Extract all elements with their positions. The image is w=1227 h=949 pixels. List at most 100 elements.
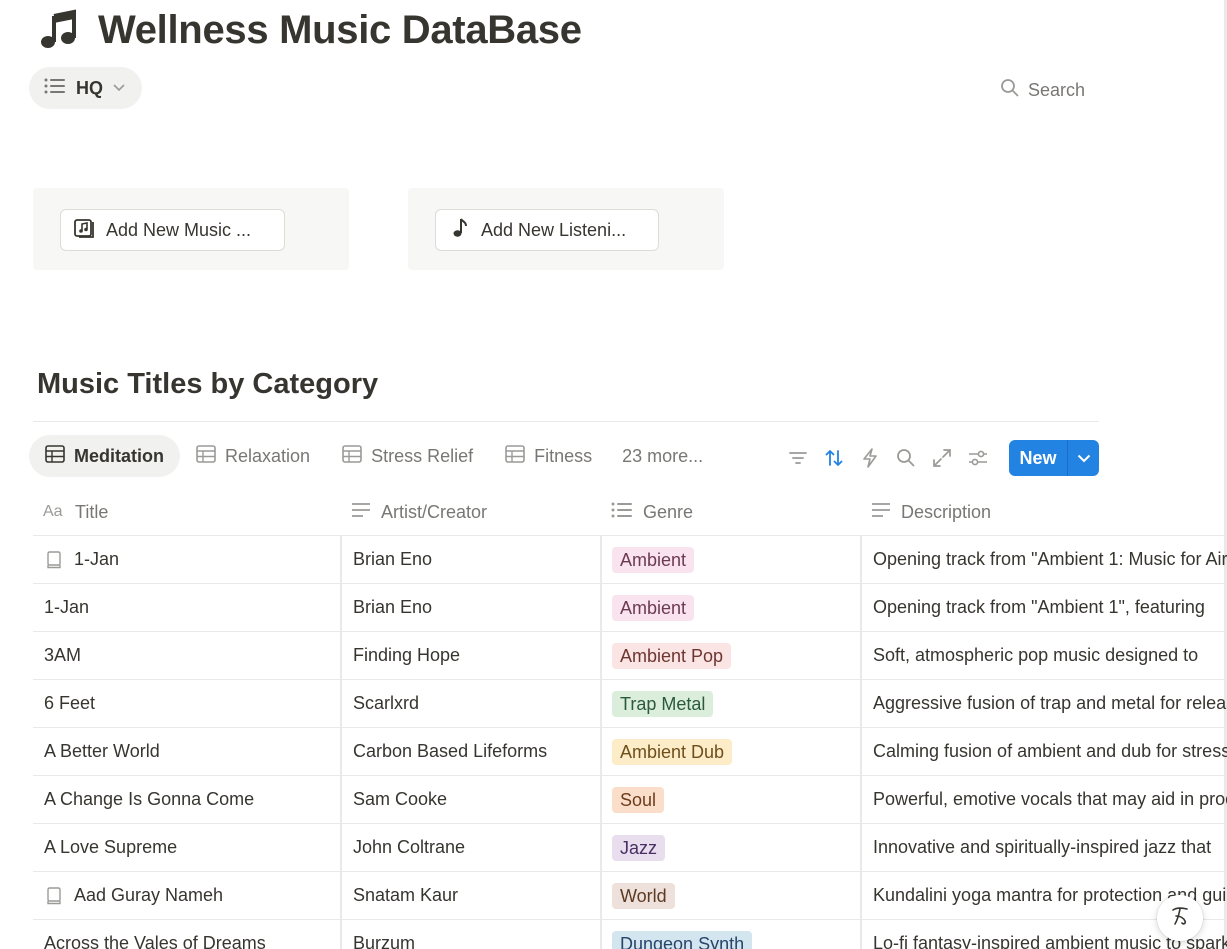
cell-genre[interactable]: Soul <box>601 776 861 823</box>
new-dropdown-button[interactable] <box>1068 454 1099 463</box>
table-body: 1-Jan Brian Eno Ambient Opening track from … <box>33 536 1227 949</box>
new-button[interactable]: New <box>1009 448 1067 469</box>
view-switcher[interactable]: HQ <box>29 67 142 109</box>
genre-tag: Trap Metal <box>612 690 714 717</box>
genre-tag: Ambient <box>612 546 695 573</box>
cell-title[interactable]: 1-Jan <box>33 584 341 631</box>
cell-artist[interactable]: Brian Eno <box>341 584 601 631</box>
table-row[interactable]: 1-Jan Brian Eno Ambient Opening track from … <box>33 536 1227 584</box>
view-switcher-label: HQ <box>76 77 103 98</box>
cell-genre[interactable]: Jazz <box>601 824 861 871</box>
cell-genre[interactable]: Ambient Pop <box>601 632 861 679</box>
cell-artist[interactable]: Carbon Based Lifeforms <box>341 728 601 775</box>
cell-description[interactable]: Innovative and spiritually-inspired jazz… <box>861 824 1227 871</box>
genre-tag: Dungeon Synth <box>612 930 753 949</box>
new-button-group: New <box>1009 440 1099 476</box>
view-tabs: Meditation Relaxation Stress Relief Fitn… <box>29 435 717 477</box>
cell-genre[interactable]: World <box>601 872 861 919</box>
sort-icon[interactable] <box>822 446 846 470</box>
cell-genre[interactable]: Ambient Dub <box>601 728 861 775</box>
cell-genre[interactable]: Ambient <box>601 536 861 583</box>
table-row[interactable]: Across the Vales of Dreams Burzum Dungeon … <box>33 920 1227 949</box>
notion-ai-icon <box>1168 904 1192 933</box>
cell-title[interactable]: A Better World <box>33 728 341 775</box>
genre-tag: Jazz <box>612 834 666 861</box>
table-row[interactable]: A Change Is Gonna Come Sam Cooke Soul Power… <box>33 776 1227 824</box>
cell-genre[interactable]: Ambient <box>601 584 861 631</box>
column-header-artist[interactable]: Artist/Creator <box>341 489 601 535</box>
title-text: 6 Feet <box>44 693 96 713</box>
cell-description[interactable]: Calming fusion of ambient and dub for st… <box>861 728 1227 775</box>
automation-bolt-icon[interactable] <box>858 446 882 470</box>
filter-icon[interactable] <box>786 446 810 470</box>
cell-genre[interactable]: Trap Metal <box>601 680 861 727</box>
cell-description[interactable]: Opening track from "Ambient 1", featurin… <box>861 584 1227 631</box>
cell-title[interactable]: A Change Is Gonna Come <box>33 776 341 823</box>
genre-tag: Ambient Dub <box>612 738 733 765</box>
table-row[interactable]: 1-Jan Brian Eno Ambient Opening track from … <box>33 584 1227 632</box>
genre-tag: World <box>612 882 675 909</box>
music-note-icon[interactable] <box>38 9 80 51</box>
title-text: 1-Jan <box>74 549 120 569</box>
title-text: 1-Jan <box>44 597 90 617</box>
music-note-icon <box>449 217 471 244</box>
title-text: A Change Is Gonna Come <box>44 789 255 809</box>
cell-title[interactable]: A Love Supreme <box>33 824 341 871</box>
column-label: Genre <box>643 501 694 522</box>
title-text: Across the Vales of Dreams <box>44 933 266 949</box>
cell-artist[interactable]: Scarlxrd <box>341 680 601 727</box>
column-header-title[interactable]: Aa Title <box>33 489 341 535</box>
tab-label: Stress Relief <box>371 445 474 466</box>
tab-label: Meditation <box>74 445 164 466</box>
title-text: Aad Guray Nameh <box>74 885 224 905</box>
page-header: Wellness Music DataBase <box>38 4 582 56</box>
expand-icon[interactable] <box>930 446 954 470</box>
music-table: Aa Title Artist/Creator Genre Descriptio… <box>33 489 1227 949</box>
settings-sliders-icon[interactable] <box>966 446 990 470</box>
cell-title[interactable]: 6 Feet <box>33 680 341 727</box>
add-new-music-button[interactable]: Add New Music ... <box>60 209 285 251</box>
table-row[interactable]: 3AM Finding Hope Ambient Pop Soft, atmosphe… <box>33 632 1227 680</box>
cell-artist[interactable]: Snatam Kaur <box>341 872 601 919</box>
table-row[interactable]: A Love Supreme John Coltrane Jazz Innovativ… <box>33 824 1227 872</box>
cell-description[interactable]: Aggressive fusion of trap and metal for … <box>861 680 1227 727</box>
add-new-listening-button[interactable]: Add New Listeni... <box>435 209 659 251</box>
cell-artist[interactable]: Brian Eno <box>341 536 601 583</box>
table-icon <box>196 444 216 468</box>
search-icon[interactable] <box>894 446 918 470</box>
cell-title[interactable]: 1-Jan <box>33 536 341 583</box>
title-text: A Better World <box>44 741 160 761</box>
tab-meditation[interactable]: Meditation <box>29 435 180 477</box>
cell-description[interactable]: Powerful, emotive vocals that may aid in… <box>861 776 1227 823</box>
database-toolbar <box>786 440 990 476</box>
table-row[interactable]: 6 Feet Scarlxrd Trap Metal Aggressive fusio… <box>33 680 1227 728</box>
action-card-listening: Add New Listeni... <box>408 188 724 270</box>
tab-relaxation[interactable]: Relaxation <box>180 435 326 477</box>
help-button[interactable] <box>1157 895 1203 941</box>
cell-description[interactable]: Soft, atmospheric pop music designed to <box>861 632 1227 679</box>
tab-fitness[interactable]: Fitness <box>489 435 608 477</box>
table-header: Aa Title Artist/Creator Genre Descriptio… <box>33 489 1227 536</box>
cell-genre[interactable]: Dungeon Synth <box>601 920 861 949</box>
cell-artist[interactable]: John Coltrane <box>341 824 601 871</box>
cell-title[interactable]: 3AM <box>33 632 341 679</box>
table-row[interactable]: Aad Guray Nameh Snatam Kaur World Kundalini… <box>33 872 1227 920</box>
column-label: Artist/Creator <box>381 501 488 522</box>
page-icon <box>44 550 64 570</box>
column-header-description[interactable]: Description <box>861 489 1227 535</box>
table-row[interactable]: A Better World Carbon Based Lifeforms Ambi… <box>33 728 1227 776</box>
title-text: A Love Supreme <box>44 837 178 857</box>
cell-title[interactable]: Aad Guray Nameh <box>33 872 341 919</box>
search-icon <box>1000 78 1020 103</box>
lines-icon <box>871 502 891 523</box>
cell-artist[interactable]: Burzum <box>341 920 601 949</box>
cell-artist[interactable]: Sam Cooke <box>341 776 601 823</box>
tab-stress-relief[interactable]: Stress Relief <box>326 435 489 477</box>
cell-artist[interactable]: Finding Hope <box>341 632 601 679</box>
column-header-genre[interactable]: Genre <box>601 489 861 535</box>
section-divider <box>33 421 1099 422</box>
cell-description[interactable]: Opening track from "Ambient 1: Music for… <box>861 536 1227 583</box>
search-button[interactable]: Search <box>1000 78 1085 102</box>
more-views-button[interactable]: 23 more... <box>608 435 717 477</box>
cell-title[interactable]: Across the Vales of Dreams <box>33 920 341 949</box>
